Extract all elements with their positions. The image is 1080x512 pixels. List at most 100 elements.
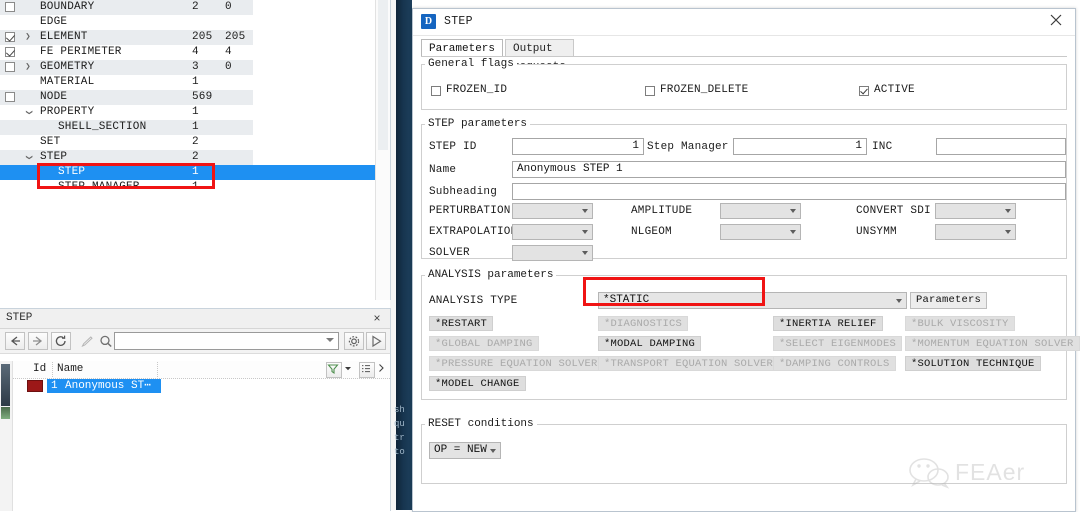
solver-combo[interactable] [512, 245, 593, 261]
tree-row-node[interactable]: NODE 569 [0, 90, 253, 105]
keyword-button-restart[interactable]: *RESTART [429, 316, 494, 331]
tab-parameters[interactable]: Parameters [421, 39, 504, 57]
tree-row-set[interactable]: SET 2 [0, 135, 253, 150]
tree-row-boundary[interactable]: BOUNDARY 2 0 [0, 0, 253, 15]
convert-sdi-combo[interactable] [935, 203, 1016, 219]
row-id-cell: 1 [51, 380, 58, 392]
keyword-button-inertia-relief[interactable]: *INERTIA RELIEF [773, 316, 883, 331]
forward-arrow-icon[interactable] [28, 332, 48, 350]
table-row[interactable]: 1 Anonymous ST⋯ [13, 379, 390, 393]
chevron-down-icon [582, 230, 588, 234]
chevron-down-icon [582, 209, 588, 213]
keyword-button-modal-damping[interactable]: *MODAL DAMPING [598, 336, 702, 351]
grid-header-row: Id Name [13, 361, 390, 379]
tree-row-shell-section[interactable]: SHELL_SECTION 1 [0, 120, 253, 135]
pen-icon[interactable] [77, 332, 97, 350]
chevron-right-icon[interactable]: ❯ [22, 60, 34, 75]
dock-color-strip [0, 361, 13, 511]
tree-row-step[interactable]: STEP 1 [0, 165, 253, 180]
tree-row-geometry[interactable]: ❯ GEOMETRY 3 0 [0, 60, 253, 75]
inc-input[interactable] [936, 138, 1066, 155]
tree-row-label: NODE [40, 91, 68, 103]
model-tree-panel: BOUNDARY 2 0 EDGE ❯ ELEMENT 205 205 FE PERIMETER… [0, 0, 391, 300]
cursor-arrow-icon[interactable] [366, 332, 386, 350]
clipped-text-1: qu [394, 419, 405, 429]
label-perturbation: PERTURBATION [429, 205, 511, 217]
column-header-id[interactable]: Id [29, 362, 53, 377]
tree-row-label: STEP MANAGER [58, 181, 140, 193]
label-nlgeom: NLGEOM [631, 226, 672, 238]
chevron-right-icon[interactable] [376, 362, 389, 378]
parameters-button[interactable]: Parameters [910, 292, 988, 309]
tree-selection-bar-left [0, 165, 22, 180]
chevron-down-icon[interactable] [343, 362, 355, 378]
tree-row-step[interactable]: ❯ STEP 2 [0, 150, 253, 165]
tree-row-count-a: 1 [192, 181, 199, 193]
close-icon[interactable]: × [371, 311, 383, 325]
chevron-down-icon[interactable]: ❯ [21, 107, 36, 119]
extrapolation-combo[interactable] [512, 224, 593, 240]
keyword-button-damping-controls: *DAMPING CONTROLS [773, 356, 896, 371]
perturbation-combo[interactable] [512, 203, 593, 219]
label-step-manager: Step Manager [647, 141, 729, 153]
screen: sh qu tr to BOUNDARY 2 0 EDGE ❯ ELEMENT 205 205… [0, 0, 1080, 512]
tree-row-checkbox[interactable] [5, 32, 15, 42]
filter-funnel-icon[interactable] [326, 362, 342, 378]
step-id-input[interactable]: 1 [512, 138, 644, 155]
tree-row-count-a: 3 [192, 61, 199, 73]
close-icon[interactable] [1049, 13, 1065, 29]
tree-row-checkbox[interactable] [5, 92, 15, 102]
label-frozen-id: FROZEN_ID [446, 84, 508, 96]
label-subheading: Subheading [429, 186, 498, 198]
step-grid[interactable]: Id Name 1 Anonymous ST⋯ [13, 361, 390, 393]
label-amplitude: AMPLITUDE [631, 205, 693, 217]
tree-row-checkbox[interactable] [5, 47, 15, 57]
tree-row-checkbox[interactable] [5, 2, 15, 12]
column-list-icon[interactable] [359, 362, 375, 378]
analysis-type-combo[interactable]: *STATIC [598, 292, 907, 309]
search-input[interactable] [114, 332, 339, 350]
tree-row-label: GEOMETRY [40, 61, 95, 73]
refresh-icon[interactable] [51, 332, 71, 350]
gear-icon[interactable] [344, 332, 364, 350]
nlgeom-combo[interactable] [720, 224, 801, 240]
tree-row-step-manager[interactable]: STEP MANAGER 1 [0, 180, 253, 195]
tree-row-count-a: 205 [192, 31, 213, 43]
tree-row-fe-perimeter[interactable]: FE PERIMETER 4 4 [0, 45, 253, 60]
keyword-button-global-damping: *GLOBAL DAMPING [429, 336, 539, 351]
unsymm-combo[interactable] [935, 224, 1016, 240]
label-frozen-delete: FROZEN_DELETE [660, 84, 749, 96]
subheading-input[interactable] [512, 183, 1066, 200]
tree-row-checkbox[interactable] [5, 62, 15, 72]
model-tree[interactable]: BOUNDARY 2 0 EDGE ❯ ELEMENT 205 205 FE PERIMETER… [0, 0, 375, 195]
keyword-button-model-change[interactable]: *MODEL CHANGE [429, 376, 526, 391]
step-manager-input[interactable]: 1 [733, 138, 867, 155]
checkbox-frozen-delete[interactable] [645, 86, 655, 96]
keyword-button-solution-technique[interactable]: *SOLUTION TECHNIQUE [905, 356, 1041, 371]
back-arrow-icon[interactable] [5, 332, 25, 350]
checkbox-active[interactable] [859, 86, 869, 96]
tree-row-material[interactable]: MATERIAL 1 [0, 75, 253, 90]
tree-row-element[interactable]: ❯ ELEMENT 205 205 [0, 30, 253, 45]
tree-vertical-scrollbar[interactable] [375, 0, 390, 300]
tree-row-label: BOUNDARY [40, 1, 95, 13]
watermark: FEAer [907, 457, 1057, 493]
search-icon[interactable] [96, 332, 116, 350]
tree-row-property[interactable]: ❯ PROPERTY 1 [0, 105, 253, 120]
clipped-text-0: sh [394, 405, 405, 415]
tree-row-edge[interactable]: EDGE [0, 15, 253, 30]
clipped-text-3: to [394, 447, 405, 457]
name-input[interactable]: Anonymous STEP 1 [512, 161, 1066, 178]
tab-output-requests[interactable]: Output requests [505, 39, 574, 73]
analysis-parameters-label: ANALYSIS parameters [425, 269, 557, 281]
chevron-right-icon[interactable]: ❯ [22, 30, 34, 45]
chevron-down-icon[interactable]: ❯ [21, 152, 36, 164]
amplitude-combo[interactable] [720, 203, 801, 219]
checkbox-frozen-id[interactable] [431, 86, 441, 96]
column-header-name[interactable]: Name [53, 362, 158, 377]
dialog-title-bar: D STEP [413, 9, 1075, 36]
tree-row-label: SET [40, 136, 61, 148]
tree-row-count-a: 1 [192, 76, 199, 88]
color-swatch[interactable] [27, 380, 43, 392]
op-combo[interactable]: OP = NEW [429, 442, 501, 459]
